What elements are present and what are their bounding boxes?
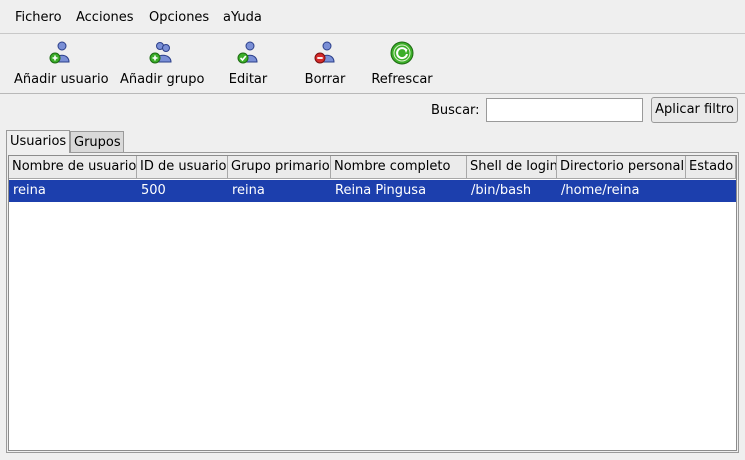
tab-grupos[interactable]: Grupos (70, 131, 124, 153)
column-header-status[interactable]: Estado (686, 156, 736, 179)
edit-button[interactable]: Editar (228, 40, 268, 90)
menu-bar: Fichero Acciones Opciones aYuda (0, 0, 745, 34)
group-add-icon (149, 42, 172, 64)
add-group-button[interactable]: Añadir grupo (120, 40, 205, 90)
cell-login-shell: /bin/bash (471, 183, 532, 198)
cell-full-name: Reina Pingusa (335, 183, 427, 198)
user-edit-icon (237, 41, 258, 64)
user-add-icon (49, 41, 70, 64)
menu-acciones[interactable]: Acciones (76, 10, 134, 25)
add-group-label: Añadir grupo (120, 72, 205, 87)
refresh-label: Refrescar (371, 72, 433, 87)
cell-username: reina (13, 183, 46, 198)
user-list: Nombre de usuario ID de usuario Grupo pr… (8, 155, 737, 451)
search-label: Buscar: (431, 103, 480, 118)
menu-fichero[interactable]: Fichero (15, 10, 62, 25)
column-header-full-name[interactable]: Nombre completo (331, 156, 467, 179)
menu-ayuda[interactable]: aYuda (223, 10, 262, 25)
delete-label: Borrar (304, 72, 346, 87)
refresh-button[interactable]: Refrescar (370, 40, 434, 90)
column-header-username[interactable]: Nombre de usuario (9, 156, 137, 179)
add-user-button[interactable]: Añadir usuario (14, 40, 109, 90)
menu-opciones[interactable]: Opciones (149, 10, 209, 25)
column-header-primary-group[interactable]: Grupo primario (228, 156, 331, 179)
user-delete-icon (314, 41, 335, 64)
search-input[interactable] (486, 98, 643, 122)
delete-button[interactable]: Borrar (304, 40, 346, 90)
filter-bar: Buscar: Aplicar filtro (0, 95, 745, 127)
column-header-home-directory[interactable]: Directorio personal (557, 156, 686, 179)
cell-home-directory: /home/reina (561, 183, 640, 198)
column-header-login-shell[interactable]: Shell de login (467, 156, 557, 179)
add-user-label: Añadir usuario (14, 72, 109, 87)
column-header-user-id[interactable]: ID de usuario (137, 156, 228, 179)
cell-user-id: 500 (141, 183, 166, 198)
toolbar: Añadir usuario Añadir grupo Editar Borra… (0, 34, 745, 94)
edit-label: Editar (228, 72, 268, 87)
refresh-icon (390, 41, 414, 65)
table-row[interactable]: reina 500 reina Reina Pingusa /bin/bash … (9, 180, 736, 202)
cell-primary-group: reina (232, 183, 265, 198)
tab-usuarios[interactable]: Usuarios (6, 130, 70, 153)
apply-filter-button[interactable]: Aplicar filtro (651, 97, 738, 123)
